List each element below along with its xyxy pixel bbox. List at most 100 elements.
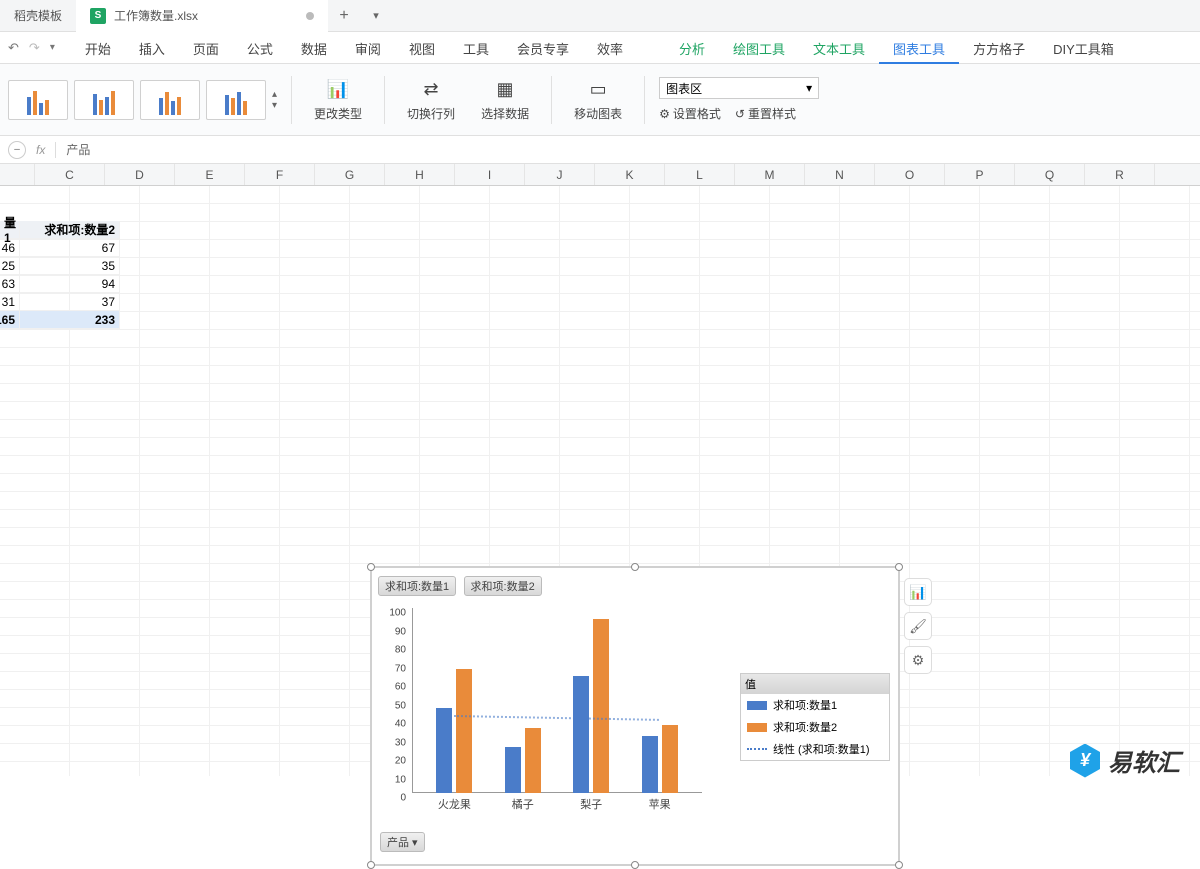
cell-d-r2[interactable]: 35 — [20, 257, 120, 275]
move-chart-button[interactable]: ▭ 移动图表 — [566, 77, 630, 122]
chart-handle-bl[interactable] — [367, 861, 375, 869]
bar-s1-3[interactable] — [642, 736, 658, 793]
col-header-C[interactable]: C — [35, 164, 105, 185]
legend-item-1[interactable]: 求和项:数量1 — [741, 694, 889, 716]
chart-style-3[interactable] — [140, 80, 200, 120]
select-data-button[interactable]: ▦ 选择数据 — [473, 77, 537, 122]
menu-page[interactable]: 页面 — [179, 33, 233, 64]
reset-style-button[interactable]: ↺重置样式 — [735, 105, 796, 122]
chart-brush-button[interactable]: 🖌 — [904, 612, 932, 640]
chart-handle-tc[interactable] — [631, 563, 639, 571]
trendline[interactable] — [454, 715, 659, 721]
chart-style-1[interactable] — [8, 80, 68, 120]
tab-templates[interactable]: 稻壳模板 — [0, 0, 76, 32]
bar-group-3[interactable] — [634, 725, 686, 793]
cell-c-r3[interactable]: 63 — [0, 275, 20, 293]
col-header-E[interactable]: E — [175, 164, 245, 185]
fx-icon[interactable]: fx — [36, 143, 45, 157]
tab-menu-button[interactable]: ▾ — [360, 9, 392, 22]
chart-handle-bc[interactable] — [631, 861, 639, 869]
col-header-G[interactable]: G — [315, 164, 385, 185]
reset-icon: ↺ — [735, 107, 745, 121]
menu-texttools[interactable]: 文本工具 — [799, 33, 879, 64]
legend-item-3[interactable]: 线性 (求和项:数量1) — [741, 738, 889, 760]
col-header-H[interactable]: H — [385, 164, 455, 185]
set-format-button[interactable]: ⚙设置格式 — [659, 105, 721, 122]
bar-s1-2[interactable] — [573, 676, 589, 793]
chart-handle-tr[interactable] — [895, 563, 903, 571]
menu-view[interactable]: 视图 — [395, 33, 449, 64]
plot-area[interactable] — [412, 608, 702, 793]
col-header-D[interactable]: D — [105, 164, 175, 185]
bar-s1-0[interactable] — [436, 708, 452, 793]
cell-d-r3[interactable]: 94 — [20, 275, 120, 293]
cell-c-r2[interactable]: 25 — [0, 257, 20, 275]
col-header-M[interactable]: M — [735, 164, 805, 185]
field-button-2[interactable]: 求和项:数量2 — [464, 576, 542, 596]
field-button-1[interactable]: 求和项:数量1 — [378, 576, 456, 596]
menu-tools[interactable]: 工具 — [449, 33, 503, 64]
cell-c-r4[interactable]: 31 — [0, 293, 20, 311]
change-type-button[interactable]: 📊 更改类型 — [306, 77, 370, 122]
bar-s1-1[interactable] — [505, 747, 521, 793]
legend-item-2[interactable]: 求和项:数量2 — [741, 716, 889, 738]
col-header-P[interactable]: P — [945, 164, 1015, 185]
cell-d-total[interactable]: 233 — [20, 311, 120, 329]
namebox-zoom-icon[interactable]: – — [8, 141, 26, 159]
col-header-F[interactable]: F — [245, 164, 315, 185]
menu-start[interactable]: 开始 — [71, 33, 125, 64]
col-header-R[interactable]: R — [1085, 164, 1155, 185]
formula-value[interactable]: 产品 — [66, 141, 90, 158]
menu-eff[interactable]: 效率 — [583, 33, 637, 64]
chart-settings-button[interactable]: ⚙ — [904, 646, 932, 674]
menu-review[interactable]: 审阅 — [341, 33, 395, 64]
tab-file[interactable]: S 工作簿数量.xlsx — [76, 0, 328, 32]
chart-style-gallery[interactable]: ▴▾ — [8, 80, 277, 120]
bar-group-1[interactable] — [497, 728, 549, 793]
new-tab-button[interactable]: + — [328, 7, 360, 25]
menu-member[interactable]: 会员专享 — [503, 33, 583, 64]
menu-diy[interactable]: DIY工具箱 — [1039, 33, 1128, 64]
bar-s2-0[interactable] — [456, 669, 472, 793]
chart-legend[interactable]: 值 求和项:数量1 求和项:数量2 线性 (求和项:数量1) — [740, 673, 890, 761]
cell-d-r1[interactable]: 67 — [20, 239, 120, 257]
chart-handle-br[interactable] — [895, 861, 903, 869]
col-header-J[interactable]: J — [525, 164, 595, 185]
chart-style-4[interactable] — [206, 80, 266, 120]
menu-formula[interactable]: 公式 — [233, 33, 287, 64]
col-header-O[interactable]: O — [875, 164, 945, 185]
quick-more-button[interactable]: ▾ — [50, 42, 55, 53]
col-header-Q[interactable]: Q — [1015, 164, 1085, 185]
col-header-L[interactable]: L — [665, 164, 735, 185]
bar-s2-3[interactable] — [662, 725, 678, 793]
cell-d-r4[interactable]: 37 — [20, 293, 120, 311]
chart-elements-button[interactable]: 📊 — [904, 578, 932, 606]
col-header-I[interactable]: I — [455, 164, 525, 185]
chart-element-select[interactable]: 图表区 ▾ — [659, 77, 819, 99]
bar-group-0[interactable] — [428, 669, 480, 793]
menu-charttools[interactable]: 图表工具 — [879, 33, 959, 64]
menu-drawtools[interactable]: 绘图工具 — [719, 33, 799, 64]
dirty-indicator-icon — [306, 12, 314, 20]
chart-handle-tl[interactable] — [367, 563, 375, 571]
swap-rowcol-button[interactable]: ⇄ 切换行列 — [399, 77, 463, 122]
menu-ffgz[interactable]: 方方格子 — [959, 33, 1039, 64]
menu-insert[interactable]: 插入 — [125, 33, 179, 64]
pivot-header-a[interactable]: 量1 — [0, 221, 20, 239]
menu-analysis[interactable]: 分析 — [665, 33, 719, 64]
style-gallery-more[interactable]: ▴▾ — [272, 80, 277, 120]
pivot-header-b[interactable]: 求和项:数量2 — [20, 221, 120, 239]
col-header-K[interactable]: K — [595, 164, 665, 185]
x-field-button[interactable]: 产品 ▾ — [380, 832, 425, 852]
cell-c-total[interactable]: 165 — [0, 311, 20, 329]
chart-object[interactable]: 求和项:数量1 求和项:数量2 0102030405060708090100 值… — [370, 566, 900, 866]
bar-group-2[interactable] — [565, 619, 617, 793]
bar-s2-2[interactable] — [593, 619, 609, 793]
col-header-N[interactable]: N — [805, 164, 875, 185]
undo-button[interactable]: ↶ — [8, 40, 19, 56]
menu-data[interactable]: 数据 — [287, 33, 341, 64]
bar-s2-1[interactable] — [525, 728, 541, 793]
cell-c-r1[interactable]: 46 — [0, 239, 20, 257]
redo-button[interactable]: ↷ — [29, 40, 40, 56]
chart-style-2[interactable] — [74, 80, 134, 120]
